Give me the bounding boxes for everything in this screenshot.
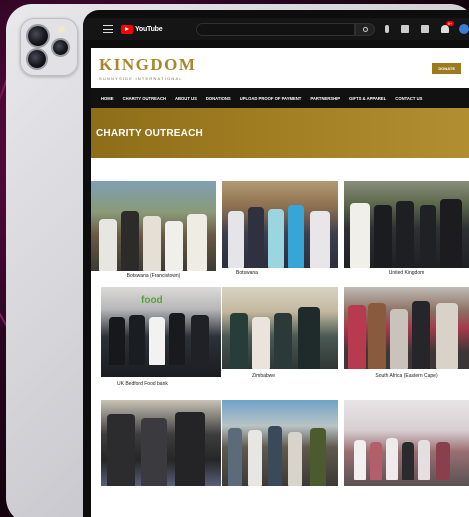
- hero-spacer: [91, 158, 469, 179]
- gallery-card[interactable]: Botswana: [222, 181, 338, 281]
- youtube-logo-text: YouTube: [134, 25, 163, 33]
- youtube-play-icon: [120, 24, 133, 34]
- gallery-photo: [222, 287, 338, 369]
- gallery-card[interactable]: United Kingdom: [344, 181, 469, 281]
- gallery-caption: South Africa (Eastern Cape): [375, 373, 438, 379]
- gallery-card[interactable]: [222, 400, 338, 490]
- donate-button[interactable]: DONATE: [432, 62, 461, 74]
- nav-item-upload-proof[interactable]: UPLOAD PROOF OF PAYMENT: [240, 96, 302, 101]
- site-navigation: HOME CHARITY OUTREACH ABOUT US DONATIONS…: [91, 88, 469, 108]
- logo-main-text: KINGDOM: [99, 55, 197, 74]
- youtube-logo[interactable]: YouTube: [120, 24, 163, 34]
- nav-item-partnership[interactable]: PARTNERSHIP: [310, 96, 340, 101]
- food-bank-sign: food: [141, 295, 163, 306]
- gallery-caption: Zimbabwe: [252, 373, 276, 379]
- gallery-caption: United Kingdom: [388, 270, 425, 276]
- gallery-caption: UK Bedford Food bank: [117, 381, 168, 387]
- camera-lens-icon: [28, 50, 46, 68]
- gallery-photo: [344, 287, 469, 369]
- gallery-photo: [344, 181, 469, 268]
- gallery-caption: Botswana (Francistown): [126, 273, 181, 279]
- gallery-card[interactable]: food UK Bedford Food bank: [101, 287, 221, 397]
- page-hero-banner: CHARITY OUTREACH: [91, 108, 469, 158]
- microphone-icon[interactable]: [385, 25, 390, 33]
- search-input[interactable]: [196, 22, 356, 36]
- search-icon: [362, 26, 368, 32]
- site-header: KINGDOM SUNNYSIDE INTERNATIONAL DONATE: [91, 48, 469, 88]
- gallery-caption: Botswana: [236, 270, 258, 276]
- gallery-photo: [222, 181, 338, 268]
- gallery-photo: [344, 400, 469, 486]
- notifications-bell-icon[interactable]: 9+: [441, 21, 454, 33]
- apps-grid-icon[interactable]: [421, 25, 430, 33]
- avatar[interactable]: [459, 24, 469, 34]
- gallery-card[interactable]: [344, 400, 469, 490]
- gallery-card[interactable]: Zimbabwe: [222, 287, 338, 387]
- logo-subtitle: SUNNYSIDE INTERNATIONAL: [99, 76, 183, 81]
- gallery-photo: [91, 181, 216, 271]
- camera-lens-icon: [28, 26, 48, 46]
- create-video-icon[interactable]: [401, 25, 410, 33]
- camera-module: [20, 18, 78, 76]
- site-logo[interactable]: KINGDOM SUNNYSIDE INTERNATIONAL: [99, 55, 196, 81]
- nav-item-donations[interactable]: DONATIONS: [206, 96, 231, 101]
- gallery-card[interactable]: Botswana (Francistown): [91, 181, 216, 281]
- gallery-photo: [101, 400, 221, 486]
- gallery-photo: food: [101, 287, 221, 377]
- nav-item-home[interactable]: HOME: [101, 96, 114, 101]
- tablet-screen: YouTube 9+ KINGDOM SUNNYSIDE INTERNATION…: [83, 10, 469, 517]
- gallery-photo: [222, 400, 338, 486]
- nav-item-gifts-apparel[interactable]: GIFTS & APPAREL: [349, 96, 386, 101]
- gallery-card[interactable]: South Africa (Eastern Cape): [344, 287, 469, 387]
- menu-icon[interactable]: [103, 25, 113, 33]
- page-title: CHARITY OUTREACH: [96, 127, 203, 139]
- flash-icon: [58, 26, 65, 33]
- nav-item-charity-outreach[interactable]: CHARITY OUTREACH: [123, 96, 166, 101]
- gallery-card[interactable]: [101, 400, 221, 490]
- youtube-top-bar: YouTube 9+: [83, 18, 469, 40]
- lidar-sensor-icon: [53, 40, 68, 55]
- notification-badge: 9+: [446, 21, 454, 26]
- search-button[interactable]: [355, 22, 376, 36]
- website-viewport: KINGDOM SUNNYSIDE INTERNATIONAL DONATE H…: [91, 48, 469, 517]
- nav-item-contact-us[interactable]: CONTACT US: [395, 96, 422, 101]
- nav-item-about-us[interactable]: ABOUT US: [175, 96, 197, 101]
